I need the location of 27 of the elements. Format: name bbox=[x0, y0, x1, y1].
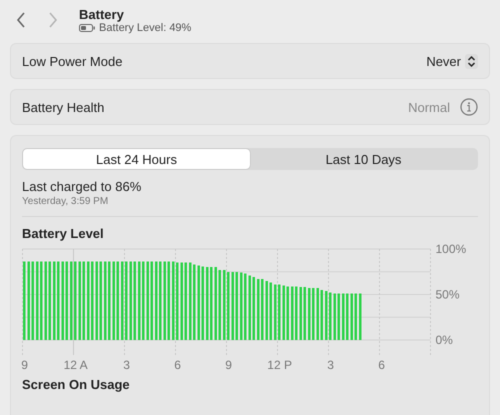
x-axis-label: 12 A bbox=[64, 358, 88, 372]
section-title: Screen On Usage bbox=[22, 377, 131, 392]
y-axis-label: 0% bbox=[436, 333, 453, 347]
last-charged-text: Last charged to 86% bbox=[22, 179, 142, 194]
x-axis-label: 3 bbox=[327, 358, 334, 372]
y-axis-label: 50% bbox=[436, 288, 460, 302]
page-title: Battery bbox=[79, 6, 124, 22]
battery-icon bbox=[79, 24, 95, 32]
segment-tab[interactable]: Last 10 Days bbox=[250, 149, 477, 169]
setting-label: Low Power Mode bbox=[22, 54, 124, 68]
popup-button[interactable]: Never bbox=[426, 54, 478, 68]
x-axis-label: 3 bbox=[123, 358, 130, 372]
battery-level-text: Battery Level: 49% bbox=[99, 22, 192, 34]
segment-tab[interactable]: Last 24 Hours bbox=[23, 149, 250, 169]
setting-label: Battery Health bbox=[22, 100, 106, 114]
chevron-updown-icon bbox=[465, 54, 478, 68]
x-axis-label: 6 bbox=[174, 358, 181, 372]
chart-title: Battery Level bbox=[22, 226, 105, 241]
y-axis-label: 100% bbox=[436, 242, 466, 256]
x-axis-label: 6 bbox=[378, 358, 385, 372]
x-axis-label: 9 bbox=[21, 358, 28, 372]
setting-value: Normal bbox=[408, 100, 450, 114]
charged-time-text: Yesterday, 3:59 PM bbox=[22, 196, 110, 207]
info-icon[interactable] bbox=[460, 98, 478, 116]
back-icon[interactable] bbox=[16, 12, 26, 28]
x-axis-label: 12 P bbox=[267, 358, 292, 372]
x-axis-label: 9 bbox=[225, 358, 232, 372]
